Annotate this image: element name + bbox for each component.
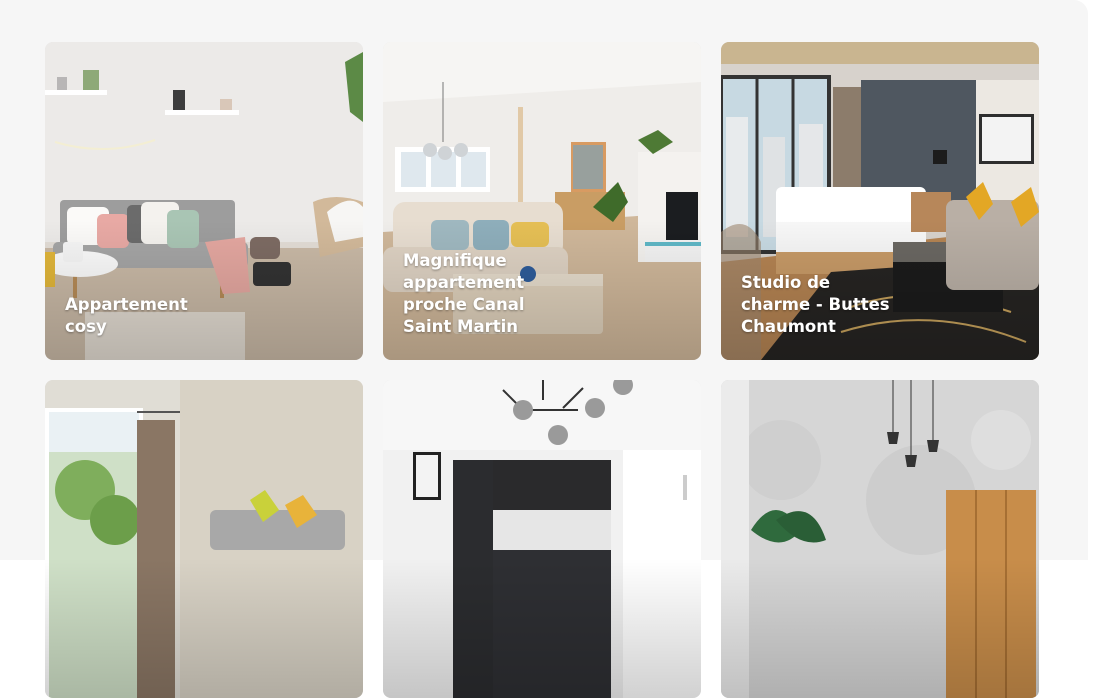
- title-shade: [383, 558, 701, 698]
- listings-grid: Appartement cosy Magnifique appartement …: [45, 42, 1039, 698]
- listing-title: Magnifique appartement proche Canal Sain…: [403, 251, 525, 336]
- listing-card[interactable]: [721, 380, 1039, 698]
- title-shade: [45, 220, 363, 360]
- listing-card[interactable]: Magnifique appartement proche Canal Sain…: [383, 42, 701, 360]
- title-shade: [45, 558, 363, 698]
- title-shade: [721, 558, 1039, 698]
- listing-title: Appartement cosy: [65, 295, 188, 336]
- listing-card[interactable]: Appartement cosy: [45, 42, 363, 360]
- listing-card[interactable]: Studio de charme - Buttes Chaumont: [721, 42, 1039, 360]
- listing-card[interactable]: [383, 380, 701, 698]
- listing-title: Studio de charme - Buttes Chaumont: [741, 273, 890, 336]
- listings-panel: Appartement cosy Magnifique appartement …: [0, 0, 1088, 698]
- listing-card[interactable]: [45, 380, 363, 698]
